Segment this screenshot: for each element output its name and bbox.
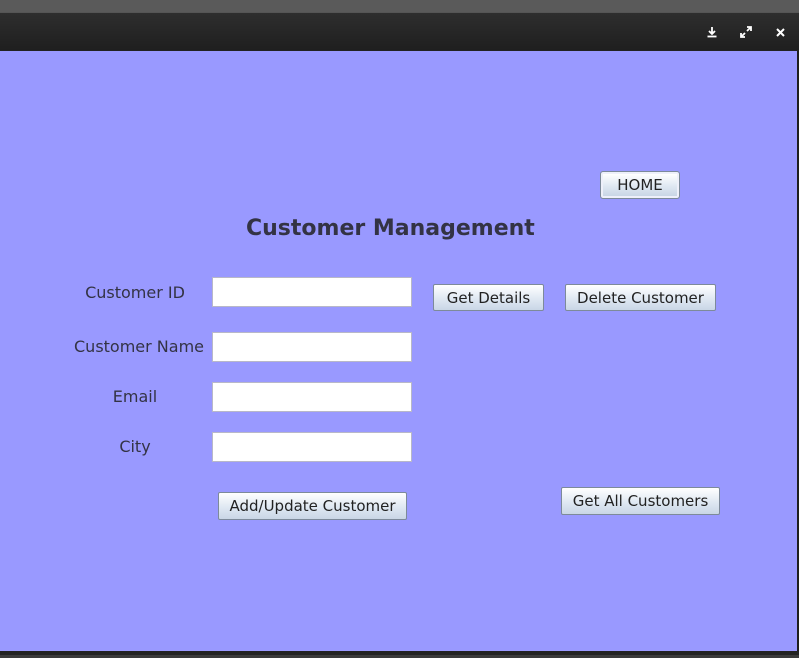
close-icon[interactable] bbox=[770, 22, 790, 42]
app-window: HOME Customer Management Customer ID Get… bbox=[0, 12, 799, 655]
customer-id-field[interactable] bbox=[212, 277, 412, 307]
customer-id-label: Customer ID bbox=[85, 283, 185, 302]
customer-name-field[interactable] bbox=[212, 332, 412, 362]
get-all-customers-button[interactable]: Get All Customers bbox=[561, 487, 720, 515]
city-label: City bbox=[119, 437, 151, 456]
delete-customer-button[interactable]: Delete Customer bbox=[565, 284, 716, 311]
add-update-customer-button[interactable]: Add/Update Customer bbox=[218, 492, 407, 520]
email-field[interactable] bbox=[212, 382, 412, 412]
city-field[interactable] bbox=[212, 432, 412, 462]
title-bar[interactable] bbox=[0, 13, 799, 50]
expand-arrows-icon[interactable] bbox=[736, 22, 756, 42]
home-button[interactable]: HOME bbox=[600, 171, 680, 199]
customer-management-panel: HOME Customer Management Customer ID Get… bbox=[0, 51, 799, 651]
email-label: Email bbox=[112, 387, 158, 406]
customer-name-label: Customer Name bbox=[74, 337, 205, 356]
get-details-button[interactable]: Get Details bbox=[433, 284, 544, 311]
desktop-background bbox=[0, 0, 799, 12]
download-arrow-icon[interactable] bbox=[702, 22, 722, 42]
page-title: Customer Management bbox=[246, 216, 535, 241]
